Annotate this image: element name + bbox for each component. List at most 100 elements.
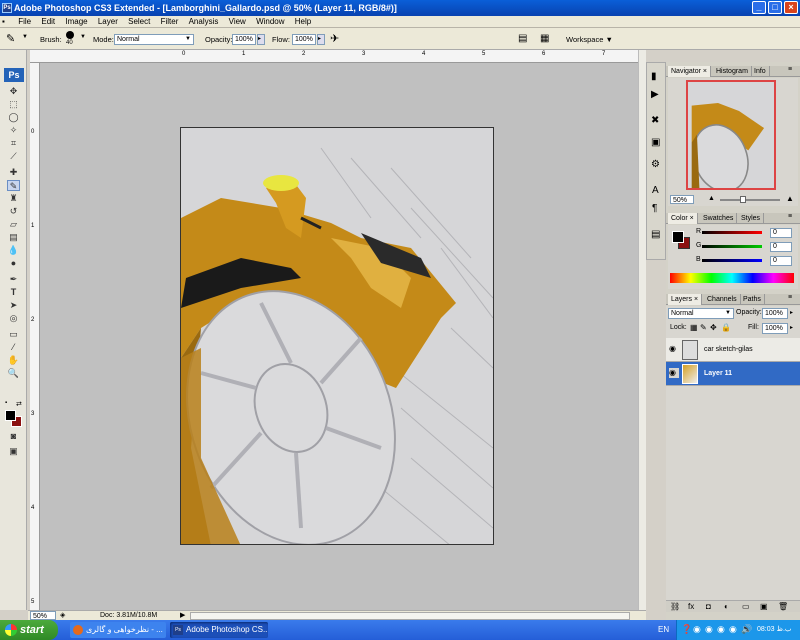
menu-layer[interactable]: Layer: [94, 16, 122, 26]
tab-color[interactable]: Color ×: [668, 213, 698, 224]
lock-image-icon[interactable]: ✎: [700, 323, 707, 332]
menu-window[interactable]: Window: [252, 16, 288, 26]
navigator-zoom-input[interactable]: 50%: [670, 195, 694, 204]
pen-tool-icon[interactable]: ✒: [7, 274, 20, 285]
tab-info[interactable]: Info: [751, 66, 770, 77]
status-icon[interactable]: ◈: [60, 611, 65, 619]
help-tray-icon[interactable]: ❓: [681, 624, 692, 635]
brush-tool-icon[interactable]: ✎: [7, 180, 20, 191]
green-slider[interactable]: [702, 245, 762, 248]
close-button[interactable]: ×: [784, 1, 798, 14]
tray-icon[interactable]: ◉: [717, 624, 725, 635]
clone-source-icon[interactable]: ⚙: [651, 159, 660, 170]
fill-input[interactable]: 100%: [762, 323, 788, 334]
color-spectrum-bar[interactable]: [670, 273, 794, 283]
move-tool-icon[interactable]: ✥: [7, 86, 20, 97]
navigator-thumbnail[interactable]: [686, 80, 776, 190]
menu-image[interactable]: Image: [61, 16, 91, 26]
actions-panel-icon[interactable]: ▶: [651, 89, 659, 100]
new-layer-icon[interactable]: ▣: [760, 602, 768, 611]
navigator-zoom-slider[interactable]: [720, 199, 780, 201]
blend-mode-select[interactable]: Normal ▼: [668, 308, 734, 319]
palette-well-icon[interactable]: ▤: [518, 33, 527, 44]
zoom-tool-icon[interactable]: 🔍: [7, 368, 20, 379]
workspace-menu[interactable]: Workspace ▼: [566, 35, 613, 44]
path-selection-icon[interactable]: ➤: [7, 300, 20, 311]
red-value[interactable]: 0: [770, 228, 792, 238]
volume-icon[interactable]: 🔊: [741, 624, 752, 635]
status-menu-arrow-icon[interactable]: ▶: [180, 611, 185, 619]
marquee-tool-icon[interactable]: ⬚: [7, 99, 20, 110]
horizontal-scrollbar[interactable]: [190, 612, 630, 620]
vertical-scrollbar[interactable]: [638, 50, 646, 610]
tab-paths[interactable]: Paths: [740, 294, 765, 305]
blue-value[interactable]: 0: [770, 256, 792, 266]
notes-tool-icon[interactable]: ▭: [7, 329, 20, 340]
layer-row-selected[interactable]: ◉ Layer 11: [666, 362, 800, 386]
history-panel-icon[interactable]: ▮: [651, 71, 657, 82]
layer-opacity-input[interactable]: 100%: [762, 308, 788, 319]
history-brush-icon[interactable]: ↺: [7, 206, 20, 217]
slice-tool-icon[interactable]: ⟋: [7, 151, 20, 162]
fill-arrow-icon[interactable]: ▸: [790, 324, 793, 331]
eyedropper-tool-icon[interactable]: ⁄: [7, 342, 20, 353]
dodge-tool-icon[interactable]: ●: [7, 258, 20, 269]
menu-filter[interactable]: Filter: [157, 16, 183, 26]
menu-edit[interactable]: Edit: [37, 16, 59, 26]
tab-styles[interactable]: Styles: [738, 213, 765, 224]
document-canvas[interactable]: [180, 127, 494, 545]
lock-transparency-icon[interactable]: ▦: [690, 323, 698, 332]
hand-tool-icon[interactable]: ✋: [7, 355, 20, 366]
visibility-eye-icon[interactable]: ◉: [669, 368, 679, 378]
default-colors-icon[interactable]: ▪: [5, 400, 13, 408]
magic-wand-tool-icon[interactable]: ✧: [7, 125, 20, 136]
menu-view[interactable]: View: [225, 16, 250, 26]
tray-icon[interactable]: ◉: [729, 624, 737, 635]
brush-tool-icon[interactable]: ✎: [6, 32, 15, 45]
panel-menu-icon[interactable]: ≡: [788, 294, 792, 301]
swap-colors-icon[interactable]: ⇄: [16, 400, 22, 408]
healing-brush-icon[interactable]: ✚: [7, 167, 20, 178]
tab-channels[interactable]: Channels: [704, 294, 741, 305]
flow-input[interactable]: 100%: [292, 34, 316, 45]
airbrush-icon[interactable]: ✈: [330, 32, 339, 45]
menu-file[interactable]: File: [14, 16, 35, 26]
ps-logo[interactable]: Ps: [4, 68, 24, 82]
lock-all-icon[interactable]: 🔒: [721, 323, 731, 332]
character-panel-icon[interactable]: A: [652, 185, 659, 196]
workspace-icon[interactable]: ▦: [540, 33, 549, 44]
foreground-color-swatch[interactable]: [5, 410, 16, 421]
tab-navigator[interactable]: Navigator ×: [668, 66, 712, 77]
opacity-input[interactable]: 100%: [232, 34, 256, 45]
opacity-arrow-icon[interactable]: ▸: [790, 309, 793, 316]
gradient-tool-icon[interactable]: ▤: [7, 232, 20, 243]
new-group-icon[interactable]: ▭: [742, 602, 750, 611]
shape-tool-icon[interactable]: ◎: [7, 313, 20, 324]
tab-swatches[interactable]: Swatches: [700, 213, 738, 224]
tray-icon[interactable]: ◉: [705, 624, 713, 635]
layer-comps-icon[interactable]: ▣: [651, 137, 660, 148]
layer-style-icon[interactable]: fx: [688, 602, 694, 611]
panel-menu-icon[interactable]: ≡: [788, 66, 792, 73]
tab-layers[interactable]: Layers ×: [668, 294, 703, 305]
type-tool-icon[interactable]: T: [7, 287, 20, 298]
tray-icon[interactable]: ◉: [693, 624, 701, 635]
language-indicator[interactable]: EN: [658, 625, 669, 634]
brush-picker-arrow-icon[interactable]: ▼: [80, 34, 86, 40]
mode-select[interactable]: Normal ▼: [114, 34, 194, 45]
panel-menu-icon[interactable]: ≡: [788, 213, 792, 220]
lasso-tool-icon[interactable]: ◯: [7, 112, 20, 123]
red-slider[interactable]: [702, 231, 762, 234]
navigator-zoom-thumb[interactable]: [740, 196, 746, 203]
info-panel-icon[interactable]: ▤: [651, 229, 660, 240]
crop-tool-icon[interactable]: ⌗: [7, 138, 20, 149]
flow-slider-button[interactable]: ▸: [317, 34, 325, 45]
green-value[interactable]: 0: [770, 242, 792, 252]
blue-slider[interactable]: [702, 259, 762, 262]
blur-tool-icon[interactable]: 💧: [7, 245, 20, 256]
adjustment-layer-icon[interactable]: ◐: [724, 602, 729, 611]
taskbar-item-photoshop[interactable]: Ps Adobe Photoshop CS...: [170, 622, 268, 638]
layer-mask-icon[interactable]: ◘: [706, 602, 711, 611]
visibility-eye-icon[interactable]: ◉: [669, 344, 679, 354]
screen-mode-icon[interactable]: ▣: [7, 446, 20, 457]
